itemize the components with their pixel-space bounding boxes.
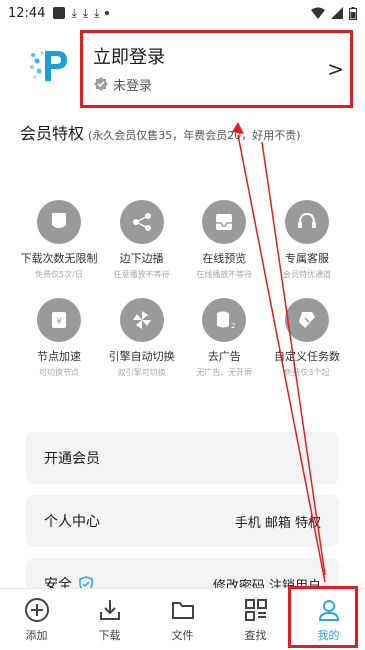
privileges-subtitle: (永久会员仅售35，年费会员20，好用不贵) bbox=[88, 129, 301, 142]
battery-icon bbox=[349, 6, 357, 20]
privilege-name: 自定义任务数 bbox=[273, 350, 340, 363]
more-notifications-icon bbox=[105, 11, 110, 15]
status-time: 12:44 bbox=[8, 5, 46, 21]
app-notification-icon bbox=[53, 7, 66, 19]
privileges-title: 会员特权 bbox=[20, 124, 85, 143]
no-ads-icon: 2 bbox=[217, 311, 235, 330]
privilege-item[interactable]: 专属客服 会员特优通道 bbox=[266, 200, 348, 280]
privilege-name: 下载次数无限制 bbox=[20, 252, 98, 265]
privilege-item[interactable]: 下载次数无限制 免费仅5次/日 bbox=[18, 200, 100, 280]
privilege-item[interactable]: ¥ 节点加速 可切换节点 bbox=[18, 298, 100, 378]
download-limit-icon bbox=[52, 213, 66, 228]
tab-download[interactable]: 下载 bbox=[73, 589, 146, 650]
privilege-desc: 在线播放不等待 bbox=[196, 270, 253, 279]
personal-center-label: 个人中心 bbox=[44, 514, 100, 530]
privilege-name: 节点加速 bbox=[37, 350, 81, 363]
privilege-name: 专属客服 bbox=[284, 252, 329, 265]
custom-task-icon bbox=[298, 312, 315, 328]
tab-search[interactable]: 查找 bbox=[219, 589, 292, 650]
login-status-text: 未登录 bbox=[113, 79, 153, 94]
privilege-desc: 免费仅5次/日 bbox=[35, 270, 83, 279]
grid-search-icon bbox=[244, 599, 267, 621]
tab-label: 下载 bbox=[98, 629, 121, 642]
highlight-box-mine-tab bbox=[288, 586, 358, 648]
notification-icons: ⤓ ⤓ ⤓ bbox=[53, 6, 110, 20]
privilege-desc: 双引擎可切换 bbox=[117, 368, 166, 377]
personal-center-detail: 手机 邮箱 特权 bbox=[234, 515, 321, 531]
headset-icon bbox=[297, 212, 316, 228]
open-vip-item[interactable]: 开通会员 bbox=[26, 432, 339, 484]
login-status: 未登录 bbox=[93, 75, 152, 94]
privilege-item[interactable]: 边下边播 任意播放不等待 bbox=[101, 200, 183, 280]
download-notification-icon: ⤓ bbox=[94, 6, 100, 20]
login-title: 立即登录 bbox=[93, 47, 165, 68]
signal-icon bbox=[331, 7, 343, 19]
status-bar: 12:44 ⤓ ⤓ ⤓ bbox=[0, 0, 365, 26]
privilege-desc: 可切换节点 bbox=[39, 368, 79, 377]
personal-center-item[interactable]: 个人中心 手机 邮箱 特权 bbox=[26, 495, 339, 547]
privilege-name: 在线预览 bbox=[202, 252, 247, 265]
wifi-icon bbox=[311, 7, 325, 19]
download-notification-icon: ⤓ bbox=[71, 6, 77, 20]
tab-label: 文件 bbox=[171, 629, 194, 642]
engine-switch-icon bbox=[132, 311, 151, 329]
privilege-name: 去广告 bbox=[207, 350, 241, 363]
privilege-desc: 会员特优通道 bbox=[282, 270, 331, 279]
privileges-grid: 下载次数无限制 免费仅5次/日 边下边播 任意播放不等待 在线预览 在线播放不等… bbox=[18, 200, 348, 396]
svg-text:¥: ¥ bbox=[56, 317, 62, 327]
privileges-header: 会员特权 (永久会员仅售35，年费会员20，好用不贵) bbox=[20, 120, 301, 144]
privilege-desc: 免费仅3个起 bbox=[284, 368, 330, 377]
verified-badge-icon bbox=[94, 76, 108, 91]
plus-circle-icon bbox=[24, 598, 49, 622]
privilege-desc: 无广告、无开屏 bbox=[196, 368, 253, 377]
preview-icon bbox=[216, 214, 233, 230]
privilege-item[interactable]: 在线预览 在线播放不等待 bbox=[183, 200, 265, 280]
download-notification-icon: ⤓ bbox=[82, 6, 89, 20]
download-icon bbox=[99, 600, 120, 620]
svg-text:2: 2 bbox=[231, 322, 235, 330]
folder-icon bbox=[171, 602, 194, 619]
privilege-item[interactable]: 引擎自动切换 双引擎可切换 bbox=[101, 298, 183, 378]
open-vip-label: 开通会员 bbox=[44, 451, 100, 467]
login-card[interactable]: 立即登录 未登录 > bbox=[80, 30, 353, 108]
privilege-item[interactable]: 2 去广告 无广告、无开屏 bbox=[183, 298, 265, 378]
tab-label: 添加 bbox=[25, 629, 48, 642]
app-logo-icon bbox=[30, 51, 67, 81]
privilege-name: 引擎自动切换 bbox=[108, 350, 175, 363]
privilege-name: 边下边播 bbox=[119, 252, 164, 265]
tab-label: 查找 bbox=[244, 629, 267, 642]
privilege-item[interactable]: 自定义任务数 免费仅3个起 bbox=[266, 298, 348, 378]
tab-add[interactable]: 添加 bbox=[0, 589, 73, 650]
tab-files[interactable]: 文件 bbox=[146, 589, 219, 650]
node-speed-icon: ¥ bbox=[52, 312, 66, 328]
privilege-desc: 任意播放不等待 bbox=[113, 270, 170, 279]
share-play-icon bbox=[132, 213, 151, 231]
chevron-right-icon: > bbox=[327, 57, 344, 81]
